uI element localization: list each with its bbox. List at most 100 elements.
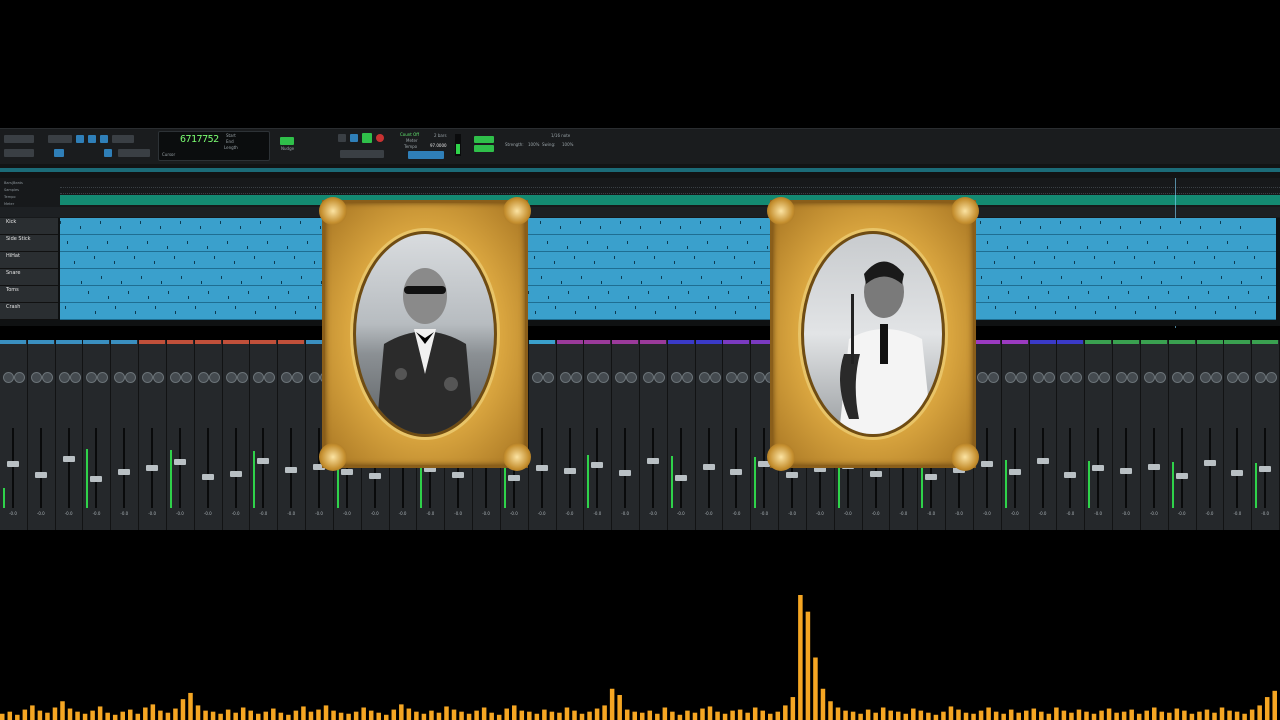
pan-knob[interactable] [1255,372,1267,383]
volume-fader[interactable] [702,464,715,471]
pan-knob[interactable] [309,372,321,383]
midi-clip-crash[interactable] [60,303,1276,320]
main-counter[interactable]: 6717752 [180,134,219,145]
volume-fader[interactable] [34,472,47,479]
volume-fader[interactable] [62,456,75,463]
pan-knob[interactable] [1154,372,1166,383]
volume-fader[interactable] [257,457,270,464]
mixer-channel-strip[interactable]: -0.0 [139,340,167,530]
pan-knob[interactable] [281,372,293,383]
pan-knob[interactable] [587,372,599,383]
volume-fader[interactable] [1036,457,1049,464]
pan-knob[interactable] [86,372,98,383]
mixer-channel-strip[interactable]: -0.0 [1252,340,1280,530]
volume-fader[interactable] [1231,470,1244,477]
pan-knob[interactable] [1238,372,1250,383]
volume-fader[interactable] [90,476,103,483]
pan-knob[interactable] [1004,372,1016,383]
pan-knob[interactable] [626,372,638,383]
link-button[interactable] [104,149,112,157]
pan-knob[interactable] [737,372,749,383]
pan-knob[interactable] [14,372,25,383]
volume-fader[interactable] [591,462,604,469]
pan-knob[interactable] [197,372,209,383]
zoom-controls[interactable] [4,135,34,143]
volume-fader[interactable] [980,461,993,468]
volume-fader[interactable] [535,465,548,471]
volume-fader[interactable] [730,468,743,475]
pan-knob[interactable] [41,372,53,383]
pan-knob[interactable] [1210,372,1222,383]
mixer-channel-strip[interactable]: -0.0 [1029,340,1058,530]
midi-clip-side-stick[interactable] [60,235,1276,252]
record-button[interactable] [376,134,384,142]
volume-fader[interactable] [7,461,19,468]
pan-knob[interactable] [225,372,237,383]
pan-knob[interactable] [97,372,109,383]
pan-knob[interactable] [1088,372,1100,383]
volume-fader[interactable] [229,470,242,477]
pan-knob[interactable] [1099,372,1111,383]
mixer-channel-strip[interactable]: -0.0 [695,340,724,530]
pan-knob[interactable] [1071,372,1083,383]
pan-knob[interactable] [1199,372,1211,383]
mixer-channel-strip[interactable]: -0.0 [278,340,307,530]
play-button[interactable] [362,133,372,143]
volume-fader[interactable] [674,474,687,481]
volume-fader[interactable] [285,467,298,474]
volume-fader[interactable] [368,473,381,480]
pan-knob[interactable] [654,372,665,383]
zoom-presets[interactable] [4,149,34,157]
mixer-channel-strip[interactable]: -0.0 [556,340,585,530]
track-header-snare[interactable]: Snare [0,269,58,286]
universe-thumb[interactable] [0,168,1280,172]
mixer-channel-strip[interactable]: -0.0 [222,340,251,530]
mixer-channel-strip[interactable]: -0.0 [250,340,279,530]
mixer-channel-strip[interactable]: -0.0 [1001,340,1030,530]
track-header-crash[interactable]: Crash [0,303,58,320]
pan-knob[interactable] [3,372,14,383]
pan-knob[interactable] [698,372,710,383]
mixer-channel-strip[interactable]: -0.0 [1057,340,1086,530]
pan-knob[interactable] [208,372,220,383]
edit-mode-buttons[interactable] [48,135,72,143]
pan-knob[interactable] [264,372,276,383]
pan-knob[interactable] [1266,372,1278,383]
volume-fader[interactable] [1008,469,1021,476]
keyfocus-buttons[interactable] [118,149,150,157]
tempo-value[interactable]: 97.0000 [430,143,447,148]
pan-knob[interactable] [643,372,654,383]
pan-knob[interactable] [542,372,554,383]
pan-knob[interactable] [69,372,81,383]
pan-knob[interactable] [709,372,721,383]
midi-controls[interactable] [408,151,444,159]
samples-ruler[interactable] [60,188,1280,194]
pan-knob[interactable] [58,372,70,383]
volume-fader[interactable] [786,472,799,479]
tempo-ruler-lane[interactable] [60,195,1280,205]
volume-fader[interactable] [173,459,186,466]
swing-value[interactable]: 100% [562,142,573,147]
mixer-channel-strip[interactable]: -0.0 [166,340,195,530]
volume-fader[interactable] [146,465,159,471]
volume-fader[interactable] [452,471,465,478]
markers-ruler-lane[interactable] [0,207,1280,217]
pan-knob[interactable] [1015,372,1027,383]
mixer-channel-strip[interactable]: -0.0 [27,340,56,530]
grabber-tool-button[interactable] [100,135,108,143]
pan-knob[interactable] [598,372,610,383]
mixer-channel-strip[interactable]: -0.0 [973,340,1002,530]
online-button[interactable] [338,134,346,142]
pan-knob[interactable] [253,372,265,383]
pan-knob[interactable] [615,372,627,383]
pan-knob[interactable] [1143,372,1155,383]
pan-knob[interactable] [1060,372,1072,383]
track-header-hihat[interactable]: HiHat [0,252,58,269]
volume-fader[interactable] [1203,459,1216,466]
volume-fader[interactable] [340,469,353,476]
track-header-toms[interactable]: Toms [0,286,58,303]
mixer-channel-strip[interactable]: -0.0 [1168,340,1197,530]
volume-fader[interactable] [1092,465,1105,471]
pan-knob[interactable] [570,372,582,383]
grid-toggle[interactable] [280,137,294,145]
